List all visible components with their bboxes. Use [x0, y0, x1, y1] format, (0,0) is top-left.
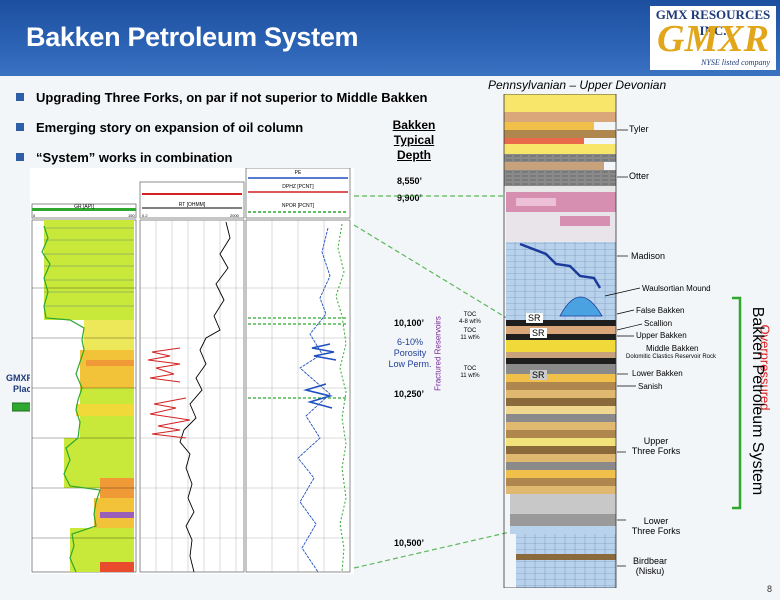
formation-birdbear: Birdbear (Nisku) — [630, 556, 670, 576]
formation-middle-bakken: Middle Bakken — [646, 344, 699, 353]
formation-line: Three Forks — [631, 526, 681, 536]
formation-madison: Madison — [631, 251, 666, 261]
formation-upper-three-forks: Upper Three Forks — [628, 436, 684, 456]
formation-line: Lower — [643, 516, 669, 526]
formation-false-bakken: False Bakken — [636, 306, 685, 315]
formation-waulsortian: Waulsortian Mound — [642, 284, 711, 293]
formation-line: (Nisku) — [635, 566, 665, 576]
formation-ticks — [604, 129, 742, 567]
formation-tyler: Tyler — [629, 124, 649, 134]
system-vertical-labels: Overpressured Bakken Petroleum System — [749, 300, 774, 496]
formation-line: Three Forks — [631, 446, 681, 456]
source-rock-label: SR — [530, 328, 547, 338]
formation-scallion: Scallion — [644, 319, 673, 328]
formation-sanish: Sanish — [638, 382, 663, 391]
formation-line: Upper — [643, 436, 669, 446]
formation-upper-bakken: Upper Bakken — [636, 331, 687, 340]
page-number: 8 — [766, 584, 772, 594]
source-rock-label: SR — [526, 313, 543, 323]
formation-lower-bakken: Lower Bakken — [632, 369, 683, 378]
system-label: Bakken Petroleum System — [749, 306, 766, 496]
formation-otter: Otter — [629, 171, 650, 181]
formation-lower-three-forks: Lower Three Forks — [628, 516, 684, 536]
formation-line: Birdbear — [632, 556, 668, 566]
formation-middle-bakken-sub: Dolomitic Clastics Reservoir Rock — [626, 354, 717, 360]
source-rock-label: SR — [530, 370, 547, 380]
